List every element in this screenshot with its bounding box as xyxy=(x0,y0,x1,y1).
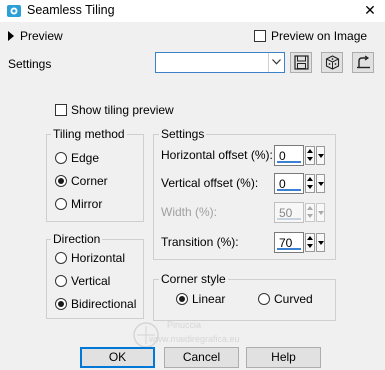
width-spinner xyxy=(305,203,315,222)
tiling-method-corner-label: Corner xyxy=(71,174,108,188)
input-underline xyxy=(277,248,301,250)
cancel-button[interactable]: Cancel xyxy=(164,347,239,368)
corner-style-curved-radio[interactable] xyxy=(258,293,270,305)
direction-vertical-radio[interactable] xyxy=(55,275,67,287)
vertical-offset-input[interactable]: 0 xyxy=(274,173,304,194)
width-dropdown xyxy=(316,203,325,222)
direction-horizontal-label: Horizontal xyxy=(71,251,126,265)
reset-button[interactable] xyxy=(352,52,374,73)
width-label: Width (%): xyxy=(161,205,218,219)
preview-on-image-checkbox[interactable] xyxy=(254,30,266,42)
horizontal-offset-input[interactable]: 0 xyxy=(274,145,304,166)
width-input: 50 xyxy=(274,202,304,223)
transition-input[interactable]: 70 xyxy=(274,232,304,253)
direction-horizontal-radio[interactable] xyxy=(55,252,67,264)
tiling-method-mirror-label: Mirror xyxy=(71,197,103,211)
input-underline xyxy=(277,189,301,191)
direction-bidirectional-label: Bidirectional xyxy=(71,297,137,311)
transition-label: Transition (%): xyxy=(161,235,239,249)
input-underline xyxy=(277,218,301,220)
vertical-offset-spinner[interactable] xyxy=(305,174,315,193)
vertical-offset-dropdown[interactable] xyxy=(316,174,325,193)
window-title: Seamless Tiling xyxy=(27,3,115,17)
save-icon xyxy=(294,55,309,70)
corner-style-linear-label: Linear xyxy=(192,292,226,306)
save-preset-button[interactable] xyxy=(290,52,312,73)
corner-style-title: Corner style xyxy=(159,272,228,286)
app-icon xyxy=(6,3,22,19)
direction-vertical-label: Vertical xyxy=(71,274,111,288)
settings-preset-dropdown[interactable] xyxy=(155,52,285,73)
vertical-offset-label: Vertical offset (%): xyxy=(161,176,259,190)
direction-title: Direction xyxy=(51,232,103,246)
corner-style-linear-radio[interactable] xyxy=(176,293,188,305)
reset-icon xyxy=(357,55,370,69)
horizontal-offset-label: Horizontal offset (%): xyxy=(161,148,273,162)
close-icon[interactable]: ✕ xyxy=(356,0,384,20)
help-button[interactable]: Help xyxy=(246,347,321,368)
tiling-method-mirror-radio[interactable] xyxy=(55,198,67,210)
watermark-line1: Pinuccia xyxy=(167,320,202,330)
horizontal-offset-spinner[interactable] xyxy=(305,146,315,165)
show-tiling-preview-label: Show tiling preview xyxy=(71,103,174,117)
watermark-line2: www.maidiregrafica.eu xyxy=(149,334,240,344)
tiling-method-title: Tiling method xyxy=(51,127,127,141)
preview-on-image-label: Preview on Image xyxy=(271,29,368,43)
tiling-method-corner-radio[interactable] xyxy=(55,175,67,187)
corner-style-curved-label: Curved xyxy=(274,292,313,306)
dice-icon xyxy=(325,55,340,70)
tiling-method-edge-radio[interactable] xyxy=(55,152,67,164)
direction-bidirectional-radio[interactable] xyxy=(55,298,67,310)
transition-spinner[interactable] xyxy=(305,233,315,252)
ok-button[interactable]: OK xyxy=(80,347,155,368)
settings-label: Settings xyxy=(8,57,52,71)
input-underline xyxy=(277,161,301,163)
preview-label: Preview xyxy=(20,29,63,43)
horizontal-offset-dropdown[interactable] xyxy=(316,146,325,165)
tiling-method-edge-label: Edge xyxy=(71,151,100,165)
chevron-down-icon[interactable] xyxy=(268,53,284,72)
triangle-right-icon xyxy=(8,31,14,41)
settings-group-title: Settings xyxy=(159,127,207,141)
show-tiling-preview-checkbox[interactable] xyxy=(55,104,67,116)
preview-toggle[interactable]: Preview xyxy=(8,29,63,43)
transition-dropdown[interactable] xyxy=(316,233,325,252)
randomize-button[interactable] xyxy=(321,52,343,73)
